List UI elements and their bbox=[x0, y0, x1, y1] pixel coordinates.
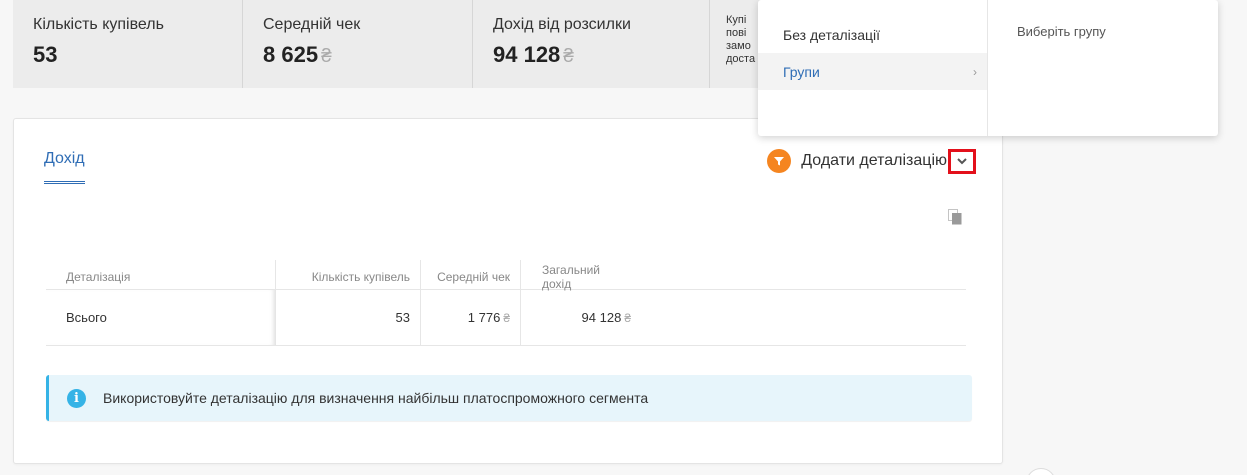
dropdown-item-label: Групи bbox=[783, 63, 820, 80]
detail-dropdown: Без деталізації Групи › Виберіть групу bbox=[758, 0, 1218, 136]
row-name: Всього bbox=[46, 290, 276, 345]
dropdown-options: Без деталізації Групи › bbox=[758, 0, 988, 136]
kpi-value: 53 bbox=[33, 42, 222, 68]
kpi-revenue: Дохід від розсилки 94 128 ₴ bbox=[473, 0, 710, 88]
row-total-value: 94 128 bbox=[581, 310, 622, 325]
scroll-button[interactable] bbox=[1026, 468, 1056, 475]
column-header: Деталізація bbox=[46, 260, 276, 289]
info-note: i Використовуйте деталізацію для визначе… bbox=[46, 375, 972, 421]
info-note-text: Використовуйте деталізацію для визначенн… bbox=[103, 390, 649, 406]
dropdown-item-groups[interactable]: Групи › bbox=[758, 53, 987, 90]
column-filler bbox=[641, 290, 966, 345]
currency-sign: ₴ bbox=[321, 46, 332, 67]
table-row: Всього 53 1 776 ₴ 94 128 ₴ bbox=[46, 290, 966, 346]
currency-sign: ₴ bbox=[503, 310, 510, 325]
kpi-value-number: 94 128 bbox=[493, 42, 561, 67]
kpi-value: 94 128 ₴ bbox=[493, 42, 689, 68]
group-select-placeholder[interactable]: Виберіть групу bbox=[988, 0, 1218, 136]
row-purchases: 53 bbox=[276, 290, 421, 345]
kpi-value-number: 8 625 bbox=[263, 42, 319, 67]
tab-revenue[interactable]: Дохід bbox=[44, 150, 85, 184]
revenue-card: Дохід Додати деталізацію Деталізація Кіл… bbox=[13, 118, 1003, 464]
dropdown-item-none[interactable]: Без деталізації bbox=[758, 16, 987, 53]
kpi-value-number: 53 bbox=[33, 42, 58, 67]
info-icon: i bbox=[67, 388, 86, 408]
kpi-value: 8 625 ₴ bbox=[263, 42, 452, 68]
chevron-right-icon: › bbox=[973, 64, 977, 79]
currency-sign: ₴ bbox=[563, 46, 574, 67]
copy-icon[interactable] bbox=[948, 209, 962, 225]
filter-icon bbox=[767, 149, 792, 173]
kpi-label: Середній чек bbox=[263, 16, 361, 33]
column-header: Кількість купівель bbox=[276, 260, 421, 289]
kpi-avg-check: Середній чек 8 625 ₴ bbox=[243, 0, 473, 88]
dropdown-item-label: Без деталізації bbox=[783, 26, 881, 43]
kpi-purchases: Кількість купівель 53 bbox=[13, 0, 243, 88]
kpi-label: Дохід від розсилки bbox=[493, 16, 631, 33]
column-header: Загальний дохід bbox=[542, 263, 600, 291]
kpi-strip: Кількість купівель 53 Середній чек 8 625… bbox=[13, 0, 773, 88]
detail-table: Деталізація Кількість купівель Середній … bbox=[46, 260, 966, 346]
column-header: Середній чек bbox=[421, 260, 521, 289]
add-detail-label[interactable]: Додати деталізацію bbox=[801, 152, 947, 170]
row-avg-check-value: 1 776 bbox=[467, 310, 501, 325]
kpi-label: Кількість купівель bbox=[33, 16, 164, 33]
add-detail-control[interactable]: Додати деталізацію bbox=[767, 148, 976, 174]
currency-sign: ₴ bbox=[624, 310, 631, 325]
row-avg-check: 1 776 ₴ bbox=[421, 290, 521, 345]
chevron-down-icon[interactable] bbox=[948, 148, 976, 174]
table-header: Деталізація Кількість купівель Середній … bbox=[46, 260, 966, 291]
column-filler bbox=[641, 260, 966, 289]
row-total: 94 128 ₴ bbox=[521, 290, 641, 345]
